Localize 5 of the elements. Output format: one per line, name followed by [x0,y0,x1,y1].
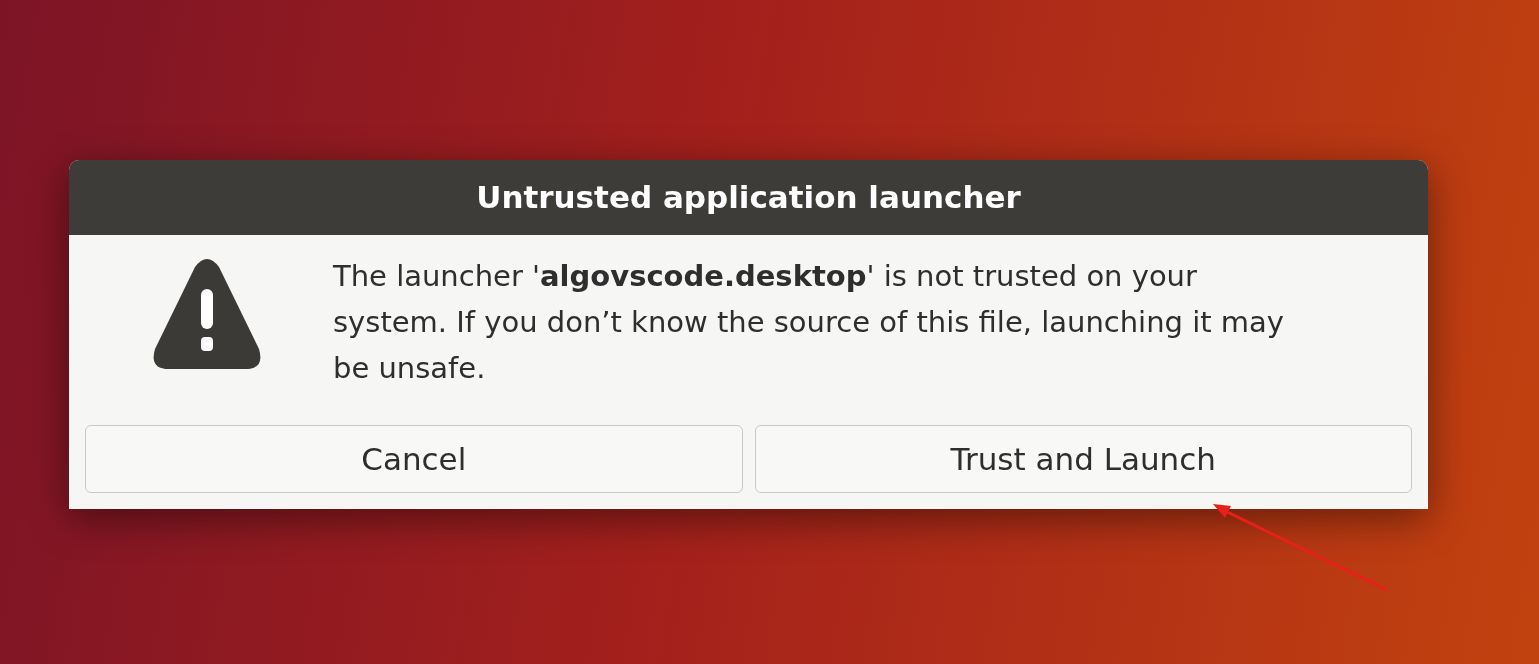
window-title: Untrusted application launcher [476,178,1021,218]
warning-icon [151,257,263,371]
warning-message: The launcher 'algovscode.desktop' is not trusted on your system. If you don’t know the source of this file, launching it may be unsafe. [333,258,1285,387]
dialog-button[interactable]: Cancel [85,425,743,493]
dialog-button[interactable]: Trust and Launch [754,425,1412,493]
